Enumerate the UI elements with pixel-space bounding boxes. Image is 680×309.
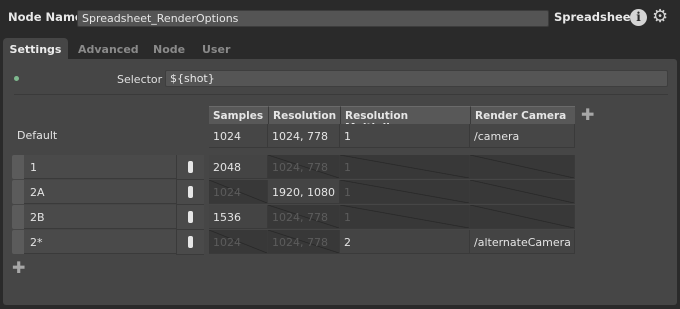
row-name[interactable]: 1 [24, 155, 176, 179]
row-cell-render-camera[interactable]: /alternateCamera [470, 230, 575, 254]
column-header-resolution-multiplier[interactable]: Resolution Multiplier [340, 106, 470, 134]
gear-icon[interactable]: ⚙ [652, 8, 668, 26]
row-cell-samples[interactable]: 1536 [209, 205, 268, 229]
add-row-plus-icon[interactable]: ✚ [12, 260, 25, 276]
row-enable-toggle[interactable] [176, 155, 204, 180]
row-drag-handle[interactable] [12, 205, 24, 229]
row-cell-resolution[interactable]: 1024, 778 [268, 155, 340, 179]
row-cell-samples[interactable]: 1024 [209, 230, 268, 254]
row-cell-samples[interactable]: 2048 [209, 155, 268, 179]
node-name-field[interactable]: Spreadsheet_RenderOptions [77, 10, 549, 27]
column-header-samples[interactable]: Samples [209, 106, 268, 124]
row-enable-toggle[interactable] [176, 180, 204, 205]
row-cell-resolution-multiplier[interactable]: 1 [340, 155, 470, 179]
tab-advanced[interactable]: Advanced [78, 38, 139, 60]
row-cell-resolution-multiplier[interactable]: 2 [340, 230, 470, 254]
divider [14, 94, 668, 95]
row-cell-resolution-multiplier[interactable]: 1 [340, 205, 470, 229]
toggle-switch-icon [188, 211, 193, 223]
row-cell-samples[interactable]: 1024 [209, 180, 268, 204]
column-header-resolution[interactable]: Resolution [268, 106, 340, 124]
default-cell-samples[interactable]: 1024 [209, 124, 268, 148]
enabled-indicator-icon[interactable] [14, 76, 19, 81]
tab-settings[interactable]: Settings [3, 38, 68, 60]
row-name[interactable]: 2A [24, 180, 176, 204]
default-row-label: Default [17, 129, 58, 142]
default-cell-render-camera[interactable]: /camera [470, 124, 575, 148]
row-name[interactable]: 2B [24, 205, 176, 229]
row-cell-render-camera[interactable] [470, 205, 575, 229]
info-icon[interactable]: i [630, 9, 647, 26]
row-name[interactable]: 2* [24, 230, 176, 254]
row-drag-handle[interactable] [12, 230, 24, 254]
row-enable-toggle[interactable] [176, 205, 204, 230]
row-enable-toggle[interactable] [176, 230, 204, 255]
row-drag-handle[interactable] [12, 180, 24, 204]
tab-node[interactable]: Node [153, 38, 185, 60]
row-cell-render-camera[interactable] [470, 180, 575, 204]
toggle-switch-icon [188, 186, 193, 198]
node-type-label: Spreadsheet [554, 10, 637, 24]
row-cell-resolution[interactable]: 1024, 778 [268, 230, 340, 254]
row-cell-render-camera[interactable] [470, 155, 575, 179]
node-name-label: Node Name [8, 10, 83, 24]
row-cell-resolution[interactable]: 1920, 1080 [268, 180, 340, 204]
tab-user[interactable]: User [202, 38, 230, 60]
selector-label: Selector [117, 73, 163, 86]
default-cell-resolution-multiplier[interactable]: 1 [340, 124, 470, 148]
default-cell-resolution[interactable]: 1024, 778 [268, 124, 340, 148]
row-cell-resolution[interactable]: 1024, 778 [268, 205, 340, 229]
toggle-switch-icon [188, 161, 193, 173]
row-drag-handle[interactable] [12, 155, 24, 179]
toggle-switch-icon [188, 236, 193, 248]
column-header-render-camera[interactable]: Render Camera [470, 106, 575, 124]
row-cell-resolution-multiplier[interactable]: 1 [340, 180, 470, 204]
add-column-plus-icon[interactable]: ✚ [581, 107, 594, 123]
selector-input[interactable]: ${shot} [165, 70, 668, 87]
